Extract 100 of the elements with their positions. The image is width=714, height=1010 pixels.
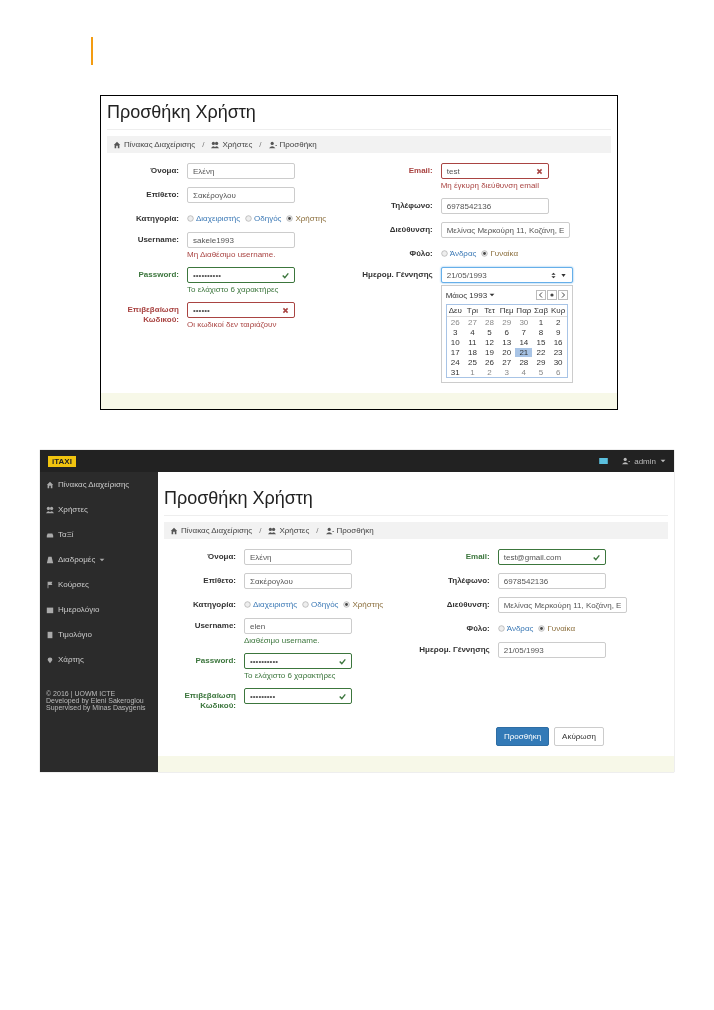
- calendar-day[interactable]: 2: [549, 318, 567, 327]
- radio-label[interactable]: Άνδρας: [449, 249, 477, 258]
- sidebar-item[interactable]: Χρήστες: [58, 505, 88, 514]
- submit-button[interactable]: Προσθήκη: [496, 727, 550, 746]
- calendar-day[interactable]: 23: [549, 348, 567, 357]
- input-field[interactable]: sakele1993: [187, 232, 295, 248]
- month-selector[interactable]: Μάιος 1993: [445, 290, 488, 300]
- radio-button[interactable]: [481, 250, 489, 257]
- calendar-day[interactable]: 5: [481, 328, 499, 337]
- calendar-day[interactable]: 24: [446, 358, 464, 367]
- date-field[interactable]: 21/05/1993: [440, 267, 573, 283]
- radio-label[interactable]: Γυναίκα: [490, 249, 519, 258]
- calendar-day[interactable]: 17: [446, 348, 464, 357]
- breadcrumb-link[interactable]: Χρήστες: [222, 140, 253, 149]
- input-field[interactable]: •••••••••: [244, 688, 352, 704]
- calendar-day[interactable]: 27: [463, 318, 481, 327]
- sidebar-item[interactable]: Πίνακας Διαχείρισης: [58, 480, 130, 489]
- radio-label[interactable]: Χρήστης: [295, 214, 327, 223]
- radio-label[interactable]: Χρήστης: [352, 600, 384, 609]
- calendar-day[interactable]: 26: [481, 358, 499, 367]
- calendar-day[interactable]: 29: [498, 318, 516, 327]
- calendar-day[interactable]: 20: [498, 348, 516, 357]
- calendar-day[interactable]: 12: [481, 338, 499, 347]
- calendar-day[interactable]: 30: [549, 358, 567, 367]
- envelope-icon[interactable]: [599, 458, 609, 464]
- radio-label[interactable]: Οδηγός: [311, 600, 339, 609]
- radio-button[interactable]: [244, 601, 251, 608]
- calendar-day[interactable]: 8: [532, 328, 550, 337]
- dropdown-caret-icon[interactable]: [559, 271, 567, 279]
- calendar-day[interactable]: 26: [446, 318, 464, 327]
- input-field[interactable]: Μελίνας Μερκούρη 11, Κοζάνη, Ε: [497, 597, 628, 613]
- input-field[interactable]: 6978542136: [497, 573, 606, 589]
- calendar-day[interactable]: 27: [498, 358, 516, 367]
- radio-label[interactable]: Διαχειριστής: [196, 214, 241, 223]
- input-field[interactable]: test: [440, 163, 549, 179]
- calendar-day[interactable]: 15: [532, 338, 550, 347]
- calendar-day[interactable]: 14: [515, 338, 533, 347]
- spinner-arrows-icon[interactable]: [549, 271, 557, 279]
- input-field[interactable]: ••••••: [187, 302, 295, 318]
- sidebar-item[interactable]: Χάρτης: [58, 655, 84, 664]
- input-field[interactable]: ••••••••••: [244, 653, 352, 669]
- calendar-day[interactable]: 5: [532, 368, 550, 377]
- radio-label[interactable]: Γυναίκα: [547, 624, 576, 633]
- calendar-day[interactable]: 10: [446, 338, 464, 347]
- radio-button[interactable]: [286, 215, 294, 222]
- radio-button[interactable]: [302, 601, 310, 608]
- calendar-day[interactable]: 25: [463, 358, 481, 367]
- breadcrumb-link[interactable]: Πίνακας Διαχείρισης: [124, 140, 196, 149]
- calendar-day[interactable]: 9: [549, 328, 567, 337]
- sidebar-item[interactable]: Ημερολόγιο: [58, 605, 100, 614]
- radio-button[interactable]: [440, 250, 448, 257]
- calendar-day[interactable]: 11: [463, 338, 481, 347]
- calendar-day[interactable]: 18: [463, 348, 481, 357]
- breadcrumb-link[interactable]: Προσθήκη: [279, 140, 317, 149]
- input-field[interactable]: Ελένη: [244, 549, 352, 565]
- radio-button[interactable]: [538, 625, 546, 632]
- sidebar-item[interactable]: ΤαΞί: [58, 530, 74, 539]
- breadcrumb-link[interactable]: Χρήστες: [279, 526, 310, 535]
- input-field[interactable]: Σακέρογλου: [187, 187, 295, 203]
- calendar-day[interactable]: 6: [498, 328, 516, 337]
- date-field[interactable]: 21/05/1993: [497, 642, 606, 658]
- calendar-day[interactable]: 7: [515, 328, 533, 337]
- sidebar-item[interactable]: Κούρσες: [58, 580, 89, 589]
- radio-button[interactable]: [187, 215, 194, 222]
- input-field[interactable]: Ελένη: [187, 163, 295, 179]
- input-field[interactable]: Μελίνας Μερκούρη 11, Κοζάνη, Ε: [440, 222, 571, 238]
- calendar-day[interactable]: 4: [515, 368, 533, 377]
- calendar-day[interactable]: 31: [446, 368, 464, 377]
- radio-button[interactable]: [343, 601, 351, 608]
- radio-button[interactable]: [245, 215, 253, 222]
- calendar-day[interactable]: 28: [515, 358, 533, 367]
- calendar-day[interactable]: 28: [481, 318, 499, 327]
- calendar-day[interactable]: 2: [481, 368, 499, 377]
- input-field[interactable]: test@gmail.com: [497, 549, 606, 565]
- calendar-day[interactable]: 6: [549, 368, 567, 377]
- sidebar-item[interactable]: Τιμολόγιο: [58, 630, 92, 639]
- breadcrumb-link[interactable]: Προσθήκη: [336, 526, 374, 535]
- calendar-day[interactable]: 13: [498, 338, 516, 347]
- calendar-day[interactable]: 16: [549, 338, 567, 347]
- calendar-day[interactable]: 22: [532, 348, 550, 357]
- radio-label[interactable]: Οδηγός: [254, 214, 282, 223]
- input-field[interactable]: ••••••••••: [187, 267, 295, 283]
- sidebar-item[interactable]: Διαδρομές: [58, 555, 96, 564]
- input-field[interactable]: Σακέρογλου: [244, 573, 352, 589]
- user-menu[interactable]: admin: [634, 456, 656, 466]
- calendar-day[interactable]: 1: [463, 368, 481, 377]
- calendar-day[interactable]: 1: [532, 318, 550, 327]
- calendar-day[interactable]: 3: [498, 368, 516, 377]
- calendar-day[interactable]: 3: [446, 328, 464, 337]
- cancel-button[interactable]: Ακύρωση: [554, 727, 604, 746]
- radio-label[interactable]: Διαχειριστής: [253, 600, 298, 609]
- input-field[interactable]: 6978542136: [440, 198, 549, 214]
- calendar-day[interactable]: 19: [481, 348, 499, 357]
- calendar-day[interactable]: 4: [463, 328, 481, 337]
- breadcrumb-link[interactable]: Πίνακας Διαχείρισης: [181, 526, 253, 535]
- radio-label[interactable]: Άνδρας: [506, 624, 534, 633]
- calendar-day[interactable]: 30: [515, 318, 533, 327]
- radio-button[interactable]: [497, 625, 505, 632]
- calendar-day[interactable]: 21: [515, 348, 533, 357]
- app-logo[interactable]: iTAXI: [48, 455, 76, 467]
